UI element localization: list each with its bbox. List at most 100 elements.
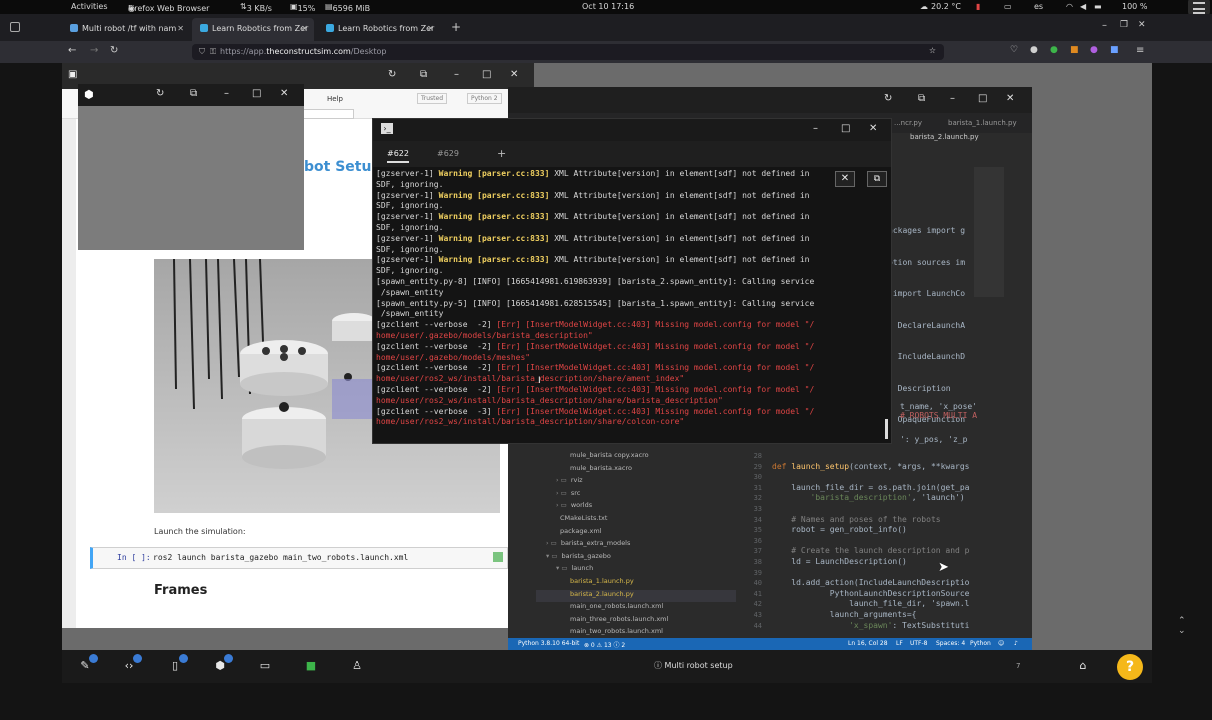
- ide-tab[interactable]: barista_1.launch.py: [948, 119, 1017, 127]
- close-icon[interactable]: ✕: [280, 88, 288, 99]
- refresh-icon[interactable]: ↻: [156, 88, 164, 99]
- battery-icon[interactable]: ▬: [1094, 2, 1102, 11]
- record-icon[interactable]: ▮: [976, 2, 980, 11]
- feedback-icon[interactable]: ☺: [998, 640, 1004, 647]
- close-window-icon[interactable]: ✕: [1138, 20, 1146, 30]
- new-tab-icon[interactable]: +: [451, 20, 461, 34]
- back-arrow-icon[interactable]: ←: [68, 45, 76, 56]
- dock-code-icon[interactable]: ‹›: [122, 654, 142, 673]
- refresh-icon[interactable]: ↻: [388, 69, 396, 80]
- close-tab-icon[interactable]: ✕: [427, 24, 434, 33]
- file-tree-item[interactable]: › ▭ worlds: [536, 501, 736, 514]
- browser-tab-3[interactable]: Learn Robotics from Zer ✕: [318, 18, 440, 41]
- popout-icon[interactable]: ⧉: [190, 88, 197, 99]
- file-tree-item[interactable]: package.xml: [536, 527, 736, 540]
- terminal-output[interactable]: [gzserver-1] Warning [parser.cc:833] XML…: [376, 169, 876, 439]
- line-ending[interactable]: LF: [896, 640, 903, 647]
- volume-icon[interactable]: ◀: [1080, 2, 1086, 11]
- restore-window-icon[interactable]: ❐: [1120, 20, 1128, 30]
- indent[interactable]: Spaces: 4: [936, 640, 965, 647]
- close-icon[interactable]: ✕: [1006, 93, 1014, 104]
- terminal-popout-icon[interactable]: ⧉: [867, 171, 887, 187]
- terminal-close-overlay-icon[interactable]: ✕: [835, 171, 855, 187]
- maximize-icon[interactable]: □: [252, 88, 261, 99]
- language-mode[interactable]: Python: [970, 640, 991, 647]
- minimize-icon[interactable]: –: [950, 93, 955, 104]
- reload-icon[interactable]: ↻: [110, 45, 118, 56]
- terminal-scrollbar[interactable]: [885, 419, 888, 439]
- dock-notebook-icon[interactable]: ▯: [168, 654, 188, 673]
- tabs-list-icon[interactable]: [10, 22, 20, 32]
- terminal-tab-active[interactable]: #622: [387, 149, 409, 163]
- file-tree-item[interactable]: mule_barista copy.xacro: [536, 451, 736, 464]
- refresh-icon[interactable]: ↻: [884, 93, 892, 104]
- clock[interactable]: Oct 10 17:16: [582, 2, 634, 11]
- maximize-icon[interactable]: □: [978, 93, 987, 104]
- dock-robot-icon[interactable]: ♙: [350, 659, 364, 673]
- extension-icon[interactable]: ■: [1110, 45, 1119, 55]
- minimize-window-icon[interactable]: –: [1102, 20, 1107, 31]
- monitor-icon[interactable]: ▭: [1004, 2, 1012, 11]
- extension-icon[interactable]: ●: [1090, 45, 1098, 55]
- language-indicator[interactable]: es: [1034, 2, 1043, 11]
- copy-icon[interactable]: [493, 552, 503, 562]
- python-interpreter[interactable]: Python 3.8.10 64-bit: [518, 640, 579, 647]
- forward-arrow-icon[interactable]: →: [90, 45, 98, 56]
- scroll-up-icon[interactable]: ⌃: [1178, 616, 1186, 626]
- popout-icon[interactable]: ⧉: [420, 69, 427, 80]
- scroll-down-icon[interactable]: ⌄: [1178, 626, 1186, 636]
- close-icon[interactable]: ✕: [510, 69, 518, 80]
- encoding[interactable]: UTF-8: [910, 640, 928, 647]
- minimap[interactable]: [974, 167, 1004, 297]
- file-tree-item[interactable]: barista_1.launch.py: [536, 577, 736, 590]
- file-tree-item[interactable]: › ▭ rviz: [536, 476, 736, 489]
- menu-icon[interactable]: ≡: [1136, 45, 1144, 56]
- extension-icon[interactable]: ●: [1030, 45, 1038, 55]
- file-tree-item[interactable]: barista_2.launch.py: [536, 589, 736, 603]
- help-button[interactable]: ?: [1117, 654, 1143, 680]
- pocket-icon[interactable]: ♡: [1010, 45, 1018, 55]
- file-tree-item[interactable]: main_one_robots.launch.xml: [536, 602, 736, 615]
- dock-cube-icon[interactable]: ⬢: [213, 654, 233, 673]
- maximize-icon[interactable]: □: [841, 123, 850, 134]
- minimize-icon[interactable]: –: [813, 123, 818, 134]
- cell-command[interactable]: ros2 launch barista_gazebo main_two_robo…: [153, 553, 408, 562]
- close-icon[interactable]: ✕: [869, 123, 877, 134]
- add-terminal-tab-icon[interactable]: +: [497, 147, 506, 160]
- ide-tab[interactable]: ...ncr.py: [894, 119, 922, 127]
- dock-book-icon[interactable]: ■: [304, 659, 318, 673]
- dock-tool-icon[interactable]: ✎: [78, 654, 98, 673]
- file-tree-item[interactable]: ▾ ▭ barista_gazebo: [536, 552, 736, 565]
- file-tree-item[interactable]: ▾ ▭ launch: [536, 564, 736, 577]
- url-bar[interactable]: ⛉ ⚿ https://app.theconstructsim.com/Desk…: [192, 44, 944, 60]
- extension-icon[interactable]: ●: [1050, 45, 1058, 55]
- close-tab-icon[interactable]: ✕: [177, 24, 184, 33]
- file-tree-item[interactable]: CMakeLists.txt: [536, 514, 736, 527]
- file-tree-item[interactable]: › ▭ barista_extra_models: [536, 539, 736, 552]
- wifi-icon[interactable]: ◠: [1066, 2, 1073, 11]
- bookmark-star-icon[interactable]: ☆: [929, 46, 936, 55]
- popout-icon[interactable]: ⧉: [918, 93, 925, 104]
- browser-tab-1[interactable]: Multi robot /tf with nam ✕: [62, 18, 190, 41]
- cursor-position[interactable]: Ln 16, Col 28: [848, 640, 888, 647]
- notification-bell-icon[interactable]: ♪: [1014, 640, 1018, 647]
- code-editor[interactable]: def launch_setup(context, *args, **kwarg…: [772, 451, 1030, 631]
- minimize-icon[interactable]: –: [224, 88, 229, 99]
- extension-icon[interactable]: ■: [1070, 45, 1079, 55]
- menu-help[interactable]: Help: [327, 95, 343, 103]
- ide-tab-active[interactable]: barista_2.launch.py: [910, 133, 979, 141]
- browser-tab-2[interactable]: Learn Robotics from Zer ✕: [192, 18, 314, 41]
- terminal-tab[interactable]: #629: [437, 149, 459, 158]
- file-tree-item[interactable]: main_three_robots.launch.xml: [536, 615, 736, 628]
- file-tree-item[interactable]: › ▭ src: [536, 489, 736, 502]
- code-cell[interactable]: In [ ]: ros2 launch barista_gazebo main_…: [90, 547, 508, 569]
- activities-button[interactable]: Activities: [71, 2, 108, 11]
- file-tree-item[interactable]: mule_barista.xacro: [536, 464, 736, 477]
- cell-type-select[interactable]: [302, 109, 354, 119]
- home-icon[interactable]: ⌂: [1076, 659, 1090, 673]
- dock-info[interactable]: ⓘ Multi robot setup: [654, 660, 733, 671]
- problems-count[interactable]: ⊗ 0 ⚠ 13 ⓘ 2: [584, 640, 625, 649]
- close-tab-icon[interactable]: ✕: [301, 24, 308, 33]
- minimize-icon[interactable]: –: [454, 69, 459, 80]
- maximize-icon[interactable]: □: [482, 69, 491, 80]
